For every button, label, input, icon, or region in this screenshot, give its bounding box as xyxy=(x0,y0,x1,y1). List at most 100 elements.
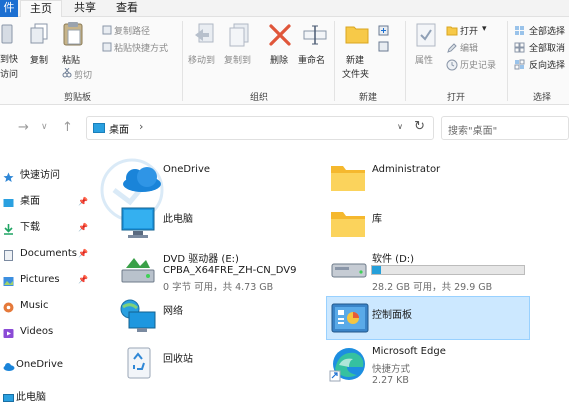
pin-icon: 📌 xyxy=(78,223,88,232)
move-to-icon xyxy=(193,23,215,50)
forward-arrow-icon[interactable]: → xyxy=(18,120,29,135)
ribbon: 到快 访问 复制 粘贴 复制路径 粘贴快捷方式 剪切 剪贴板 移动到 复制到 删… xyxy=(0,17,569,105)
history-button[interactable]: 历史记录 xyxy=(460,58,496,71)
sidebar-item-desktop[interactable]: 桌面 📌 xyxy=(0,191,90,213)
copy-button[interactable]: 复制 xyxy=(30,53,48,66)
new-group-label: 新建 xyxy=(359,93,378,103)
pin-quick-access-button[interactable]: 到快 xyxy=(0,52,18,65)
folder-icon xyxy=(330,162,366,195)
search-placeholder: 搜索"桌面" xyxy=(448,126,498,137)
item-control-panel[interactable]: 控制面板 xyxy=(326,296,530,340)
breadcrumb[interactable]: 桌面 xyxy=(109,121,129,136)
copy-path-icon xyxy=(102,25,112,38)
pin-icon xyxy=(0,23,14,48)
tab-home[interactable]: 主页 xyxy=(20,0,62,18)
select-none-icon xyxy=(514,42,526,56)
sidebar-item-this-pc[interactable]: 此电脑 xyxy=(0,387,90,402)
open-icon xyxy=(446,25,458,39)
new-folder-label: 文件夹 xyxy=(342,70,370,80)
open-button[interactable]: 打开 xyxy=(460,24,478,37)
select-group-label: 选择 xyxy=(533,93,552,103)
cut-button[interactable]: 剪切 xyxy=(74,68,92,81)
properties-icon xyxy=(416,23,436,50)
group-divider xyxy=(507,21,508,101)
rename-button[interactable]: 重命名 xyxy=(298,53,325,66)
address-bar[interactable]: 桌面 › ∨ ↻ xyxy=(86,116,434,140)
delete-icon xyxy=(268,23,292,50)
open-group-label: 打开 xyxy=(447,93,466,103)
delete-button[interactable]: 删除 xyxy=(270,53,288,66)
tab-share[interactable]: 共享 xyxy=(66,0,104,17)
sidebar-item-music[interactable]: Music xyxy=(0,295,90,317)
item-network[interactable]: 网络 xyxy=(115,294,315,338)
group-divider xyxy=(405,21,406,101)
paste-shortcut-icon xyxy=(102,42,112,55)
refresh-icon[interactable]: ↻ xyxy=(414,119,425,134)
documents-icon xyxy=(3,248,14,261)
star-icon xyxy=(3,170,14,182)
search-input[interactable]: 搜索"桌面" xyxy=(441,116,569,140)
new-folder-button[interactable]: 新建 xyxy=(346,53,364,66)
up-arrow-icon[interactable]: ↑ xyxy=(62,120,73,135)
clipboard-group-label: 剪贴板 xyxy=(64,93,92,103)
copy-path-button[interactable]: 复制路径 xyxy=(114,24,150,37)
network-icon xyxy=(119,298,157,337)
edit-button[interactable]: 编辑 xyxy=(460,41,478,54)
invert-selection-button[interactable]: 反向选择 xyxy=(529,58,565,71)
item-onedrive[interactable]: OneDrive xyxy=(115,156,315,200)
pc-icon xyxy=(3,392,14,402)
drive-icon xyxy=(331,260,367,283)
drive-usage-bar xyxy=(371,265,525,275)
paste-button[interactable]: 粘贴 xyxy=(62,53,80,66)
select-none-button[interactable]: 全部取消 xyxy=(529,41,565,54)
item-dvd-drive[interactable]: DVD 驱动器 (E:) CPBA_X64FRE_ZH-CN_DV9 0 字节 … xyxy=(115,248,315,293)
paste-shortcut-button[interactable]: 粘贴快捷方式 xyxy=(114,41,168,54)
select-all-icon xyxy=(514,25,526,39)
select-all-button[interactable]: 全部选择 xyxy=(529,24,565,37)
sidebar-item-onedrive[interactable]: OneDrive xyxy=(0,354,90,376)
history-icon xyxy=(446,59,458,74)
open-dropdown-icon[interactable]: ▾ xyxy=(482,24,487,34)
drive-usage-fill xyxy=(372,266,381,274)
copy-to-button[interactable]: 复制到 xyxy=(224,53,251,66)
tab-file[interactable]: 件 xyxy=(0,0,18,17)
recycle-bin-icon xyxy=(125,346,153,383)
recent-locations-icon[interactable]: ∨ xyxy=(41,122,48,132)
copy-icon xyxy=(30,23,50,48)
item-libraries[interactable]: 库 xyxy=(326,202,530,246)
organize-group-label: 组织 xyxy=(250,93,269,103)
sidebar-item-downloads[interactable]: 下载 📌 xyxy=(0,217,90,239)
new-folder-icon xyxy=(345,23,369,48)
onedrive-icon xyxy=(118,164,162,195)
group-divider xyxy=(182,21,183,101)
item-this-pc[interactable]: 此电脑 xyxy=(115,202,315,246)
pin-icon: 📌 xyxy=(78,275,88,284)
sidebar-item-pictures[interactable]: Pictures 📌 xyxy=(0,269,90,291)
properties-button[interactable]: 属性 xyxy=(415,53,433,66)
group-divider xyxy=(334,21,335,101)
new-item-icon xyxy=(378,25,390,40)
rename-icon xyxy=(303,23,327,50)
item-administrator[interactable]: Administrator xyxy=(326,156,530,200)
ribbon-tabs: 件 主页 共享 查看 xyxy=(0,0,569,18)
sidebar-item-documents[interactable]: Documents 📌 xyxy=(0,243,90,265)
pin-icon: 📌 xyxy=(78,249,88,258)
pc-icon xyxy=(120,206,156,243)
chevron-down-icon[interactable]: ∨ xyxy=(397,122,403,131)
tab-view[interactable]: 查看 xyxy=(108,0,146,17)
move-to-button[interactable]: 移动到 xyxy=(188,53,215,66)
edge-icon xyxy=(329,345,367,386)
dvd-drive-icon xyxy=(120,254,156,287)
download-icon xyxy=(3,222,14,235)
item-recycle-bin[interactable]: 回收站 xyxy=(115,342,315,386)
sidebar-item-videos[interactable]: Videos xyxy=(0,321,90,343)
music-icon xyxy=(3,300,14,313)
desktop-icon xyxy=(93,123,105,137)
folder-icon xyxy=(330,208,366,241)
item-microsoft-edge[interactable]: Microsoft Edge 快捷方式 2.27 KB xyxy=(326,342,530,386)
breadcrumb-chevron-icon[interactable]: › xyxy=(139,120,143,133)
videos-icon xyxy=(3,326,14,338)
sidebar-item-quick-access[interactable]: 快速访问 xyxy=(0,165,90,187)
desktop-icon xyxy=(3,196,14,207)
item-drive-d[interactable]: 软件 (D:) 28.2 GB 可用，共 29.9 GB xyxy=(326,248,530,293)
